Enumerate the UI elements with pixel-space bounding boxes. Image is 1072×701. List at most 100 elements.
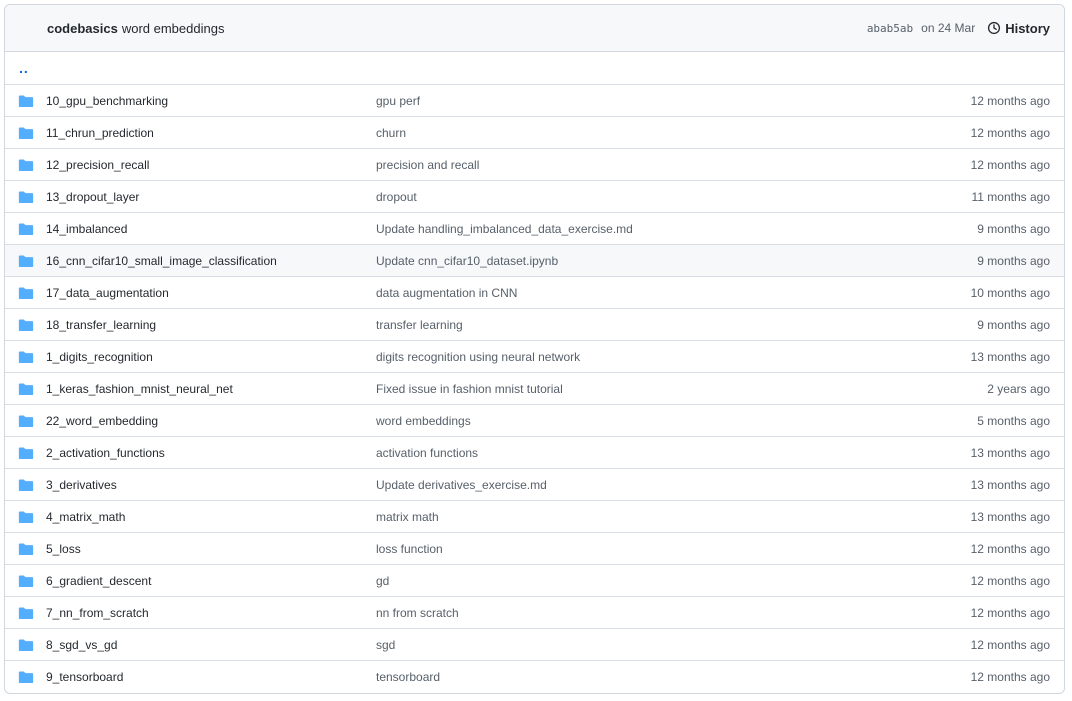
- commit-age: 12 months ago: [970, 605, 1050, 620]
- table-row[interactable]: 3_derivatives Update derivatives_exercise…: [5, 468, 1064, 500]
- commit-message-link[interactable]: tensorboard: [376, 670, 971, 684]
- commit-message-link[interactable]: Fixed issue in fashion mnist tutorial: [376, 382, 987, 396]
- folder-icon: [18, 575, 34, 587]
- table-row[interactable]: 13_dropout_layer dropout 11 months ago: [5, 180, 1064, 212]
- folder-icon: [18, 415, 34, 427]
- commit-message-link[interactable]: precision and recall: [376, 158, 971, 172]
- parent-directory-row[interactable]: ..: [5, 52, 1064, 84]
- commit-date: on 24 Mar: [921, 21, 976, 35]
- commit-message-link[interactable]: matrix math: [376, 510, 971, 524]
- folder-icon: [18, 159, 34, 171]
- table-row[interactable]: 4_matrix_math matrix math 13 months ago: [5, 500, 1064, 532]
- folder-icon: [18, 95, 34, 107]
- folder-name-link[interactable]: 8_sgd_vs_gd: [46, 638, 376, 652]
- commit-message-link[interactable]: Update cnn_cifar10_dataset.ipynb: [376, 254, 977, 268]
- commit-age: 13 months ago: [970, 477, 1050, 492]
- commit-message-link[interactable]: gpu perf: [376, 94, 971, 108]
- commit-age: 12 months ago: [970, 637, 1050, 652]
- folder-name-link[interactable]: 9_tensorboard: [46, 670, 376, 684]
- folder-icon: [18, 639, 34, 651]
- table-row[interactable]: 7_nn_from_scratch nn from scratch 12 month…: [5, 596, 1064, 628]
- commit-message-link[interactable]: sgd: [376, 638, 971, 652]
- table-row[interactable]: 1_keras_fashion_mnist_neural_net Fixed is…: [5, 372, 1064, 404]
- commit-age: 9 months ago: [977, 317, 1050, 332]
- folder-name-link[interactable]: 22_word_embedding: [46, 414, 376, 428]
- commit-sha[interactable]: abab5ab: [867, 22, 913, 35]
- folder-name-link[interactable]: 10_gpu_benchmarking: [46, 94, 376, 108]
- table-row[interactable]: 6_gradient_descent gd 12 months ago: [5, 564, 1064, 596]
- table-row[interactable]: 14_imbalanced Update handling_imbalanced_…: [5, 212, 1064, 244]
- commit-message-link[interactable]: activation functions: [376, 446, 971, 460]
- folder-icon: [18, 447, 34, 459]
- commit-age: 13 months ago: [970, 349, 1050, 364]
- commit-message-link[interactable]: churn: [376, 126, 971, 140]
- commit-message-link[interactable]: loss function: [376, 542, 971, 556]
- folder-icon: [18, 383, 34, 395]
- file-list: 10_gpu_benchmarking gpu perf 12 months ago…: [5, 84, 1064, 692]
- folder-icon: [18, 543, 34, 555]
- table-row[interactable]: 16_cnn_cifar10_small_image_classificatio…: [5, 244, 1064, 276]
- table-row[interactable]: 8_sgd_vs_gd sgd 12 months ago: [5, 628, 1064, 660]
- table-row[interactable]: 2_activation_functions activation functio…: [5, 436, 1064, 468]
- table-row[interactable]: 11_chrun_prediction churn 12 months ago: [5, 116, 1064, 148]
- folder-icon: [18, 127, 34, 139]
- file-browser: codebasics word embeddings abab5ab on 24…: [4, 4, 1065, 694]
- commit-age: 12 months ago: [970, 669, 1050, 684]
- folder-name-link[interactable]: 13_dropout_layer: [46, 190, 376, 204]
- commit-message-link[interactable]: data augmentation in CNN: [376, 286, 971, 300]
- commit-age: 11 months ago: [971, 189, 1051, 204]
- commit-age: 12 months ago: [970, 541, 1050, 556]
- folder-icon: [18, 511, 34, 523]
- table-row[interactable]: 5_loss loss function 12 months ago: [5, 532, 1064, 564]
- folder-name-link[interactable]: 6_gradient_descent: [46, 574, 376, 588]
- commit-message-link[interactable]: transfer learning: [376, 318, 977, 332]
- folder-name-link[interactable]: 1_keras_fashion_mnist_neural_net: [46, 382, 376, 396]
- commit-message-link[interactable]: word embeddings: [376, 414, 977, 428]
- history-button[interactable]: History: [987, 21, 1050, 36]
- folder-name-link[interactable]: 14_imbalanced: [46, 222, 376, 236]
- folder-name-link[interactable]: 4_matrix_math: [46, 510, 376, 524]
- table-row[interactable]: 17_data_augmentation data augmentation in…: [5, 276, 1064, 308]
- commit-age: 10 months ago: [970, 285, 1050, 300]
- latest-commit-bar: codebasics word embeddings abab5ab on 24…: [5, 5, 1064, 52]
- folder-name-link[interactable]: 1_digits_recognition: [46, 350, 376, 364]
- commit-message-link[interactable]: Update derivatives_exercise.md: [376, 478, 971, 492]
- folder-name-link[interactable]: 18_transfer_learning: [46, 318, 376, 332]
- commit-author[interactable]: codebasics: [47, 21, 118, 36]
- commit-age: 12 months ago: [970, 573, 1050, 588]
- folder-name-link[interactable]: 16_cnn_cifar10_small_image_classificatio…: [46, 254, 376, 268]
- commit-message-link[interactable]: digits recognition using neural network: [376, 350, 971, 364]
- commit-age: 2 years ago: [987, 381, 1050, 396]
- folder-name-link[interactable]: 2_activation_functions: [46, 446, 376, 460]
- folder-icon: [18, 287, 34, 299]
- table-row[interactable]: 12_precision_recall precision and recall 1…: [5, 148, 1064, 180]
- commit-message-link[interactable]: gd: [376, 574, 971, 588]
- commit-message-link[interactable]: nn from scratch: [376, 606, 971, 620]
- folder-name-link[interactable]: 11_chrun_prediction: [46, 126, 376, 140]
- table-row[interactable]: 9_tensorboard tensorboard 12 months ago: [5, 660, 1064, 692]
- table-row[interactable]: 1_digits_recognition digits recognition u…: [5, 340, 1064, 372]
- history-icon: [988, 21, 1001, 35]
- table-row[interactable]: 10_gpu_benchmarking gpu perf 12 months ago: [5, 84, 1064, 116]
- parent-directory-link[interactable]: ..: [5, 61, 29, 75]
- folder-icon: [18, 351, 34, 363]
- table-row[interactable]: 22_word_embedding word embeddings 5 months…: [5, 404, 1064, 436]
- commit-age: 12 months ago: [970, 125, 1050, 140]
- folder-name-link[interactable]: 3_derivatives: [46, 478, 376, 492]
- commit-age: 13 months ago: [970, 445, 1050, 460]
- table-row[interactable]: 18_transfer_learning transfer learning 9 m…: [5, 308, 1064, 340]
- folder-icon: [18, 223, 34, 235]
- commit-age: 9 months ago: [977, 253, 1050, 268]
- folder-icon: [18, 191, 34, 203]
- commit-message[interactable]: word embeddings: [122, 21, 225, 36]
- folder-name-link[interactable]: 5_loss: [46, 542, 376, 556]
- folder-name-link[interactable]: 17_data_augmentation: [46, 286, 376, 300]
- commit-message-link[interactable]: Update handling_imbalanced_data_exercise…: [376, 222, 977, 236]
- commit-age: 13 months ago: [970, 509, 1050, 524]
- folder-name-link[interactable]: 7_nn_from_scratch: [46, 606, 376, 620]
- history-label: History: [1005, 20, 1050, 36]
- folder-name-link[interactable]: 12_precision_recall: [46, 158, 376, 172]
- folder-icon: [18, 255, 34, 267]
- commit-age: 9 months ago: [977, 221, 1050, 236]
- commit-message-link[interactable]: dropout: [376, 190, 972, 204]
